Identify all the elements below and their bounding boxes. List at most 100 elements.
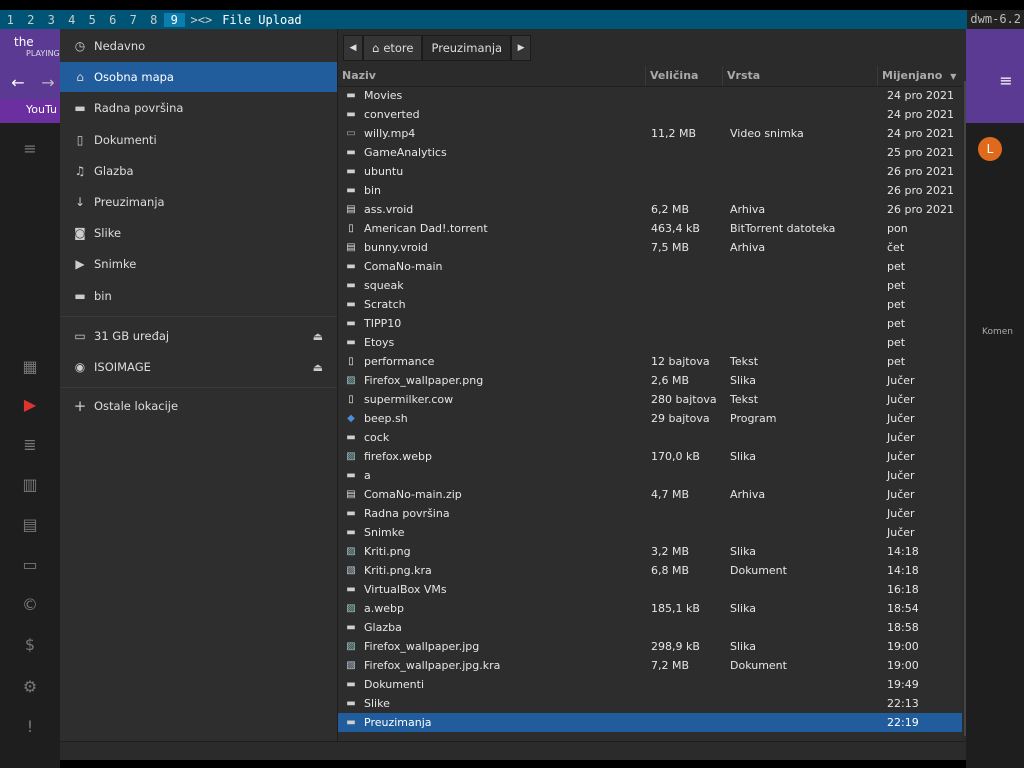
sidebar-item-nedavno[interactable]: ◷ Nedavno: [60, 31, 337, 61]
eject-icon[interactable]: ⏏: [313, 330, 323, 343]
file-row[interactable]: ▬ ubuntu 26 pro 2021: [338, 162, 962, 181]
feedback-icon[interactable]: !: [18, 717, 42, 736]
workspace-tag[interactable]: 9: [164, 12, 185, 27]
file-row[interactable]: ▬ cock Jučer: [338, 428, 962, 447]
file-row[interactable]: ▬ VirtualBox VMs 16:18: [338, 580, 962, 599]
sidebar-device-0[interactable]: ▭ 31 GB uređaj ⏏: [60, 321, 337, 351]
column-type-header[interactable]: Vrsta: [722, 66, 877, 86]
file-row[interactable]: ▭ willy.mp4 11,2 MB Video snimka 24 pro 2021: [338, 124, 962, 143]
file-row[interactable]: ▬ Movies 24 pro 2021: [338, 86, 962, 105]
workspace-tag[interactable]: 1: [0, 13, 21, 27]
path-back-button[interactable]: ◀: [343, 35, 363, 61]
file-row[interactable]: ▬ Dokumenti 19:49: [338, 675, 962, 694]
file-name: bin: [364, 184, 382, 197]
file-row[interactable]: ▨ Kriti.png 3,2 MB Slika 14:18: [338, 542, 962, 561]
file-row[interactable]: ▧ Kriti.png.kra 6,8 MB Dokument 14:18: [338, 561, 962, 580]
file-row[interactable]: ▬ Snimke Jučer: [338, 523, 962, 542]
file-type: Arhiva: [730, 241, 766, 254]
image-icon: ▨: [346, 603, 356, 614]
file-modified: Jučer: [887, 412, 915, 425]
file-row[interactable]: ▨ Firefox_wallpaper.png 2,6 MB Slika Jučer: [338, 371, 962, 390]
sidebar-device-1[interactable]: ◉ ISOIMAGE ⏏: [60, 352, 337, 382]
file-row[interactable]: ▬ Radna površina Jučer: [338, 504, 962, 523]
column-name-header[interactable]: Naziv: [338, 66, 648, 86]
file-row[interactable]: ▨ Firefox_wallpaper.jpg 298,9 kB Slika 19:00: [338, 637, 962, 656]
sidebar-other-locations[interactable]: + Ostale lokacije: [60, 391, 337, 421]
subtitles-icon[interactable]: ▭: [18, 555, 42, 574]
file-row[interactable]: ▬ ComaNo-main pet: [338, 257, 962, 276]
file-modified: 26 pro 2021: [887, 165, 954, 178]
comments-icon[interactable]: ▤: [18, 515, 42, 534]
back-arrow-icon[interactable]: ←: [6, 73, 30, 92]
sidebar-separator: [60, 387, 337, 388]
file-row[interactable]: ▬ converted 24 pro 2021: [338, 105, 962, 124]
hamburger-menu-icon[interactable]: ≡: [994, 71, 1018, 90]
scrollbar[interactable]: [964, 81, 966, 736]
file-row[interactable]: ▤ ass.vroid 6,2 MB Arhiva 26 pro 2021: [338, 200, 962, 219]
file-row[interactable]: ◆ beep.sh 29 bajtova Program Jučer: [338, 409, 962, 428]
file-row[interactable]: ▬ Glazba 18:58: [338, 618, 962, 637]
file-row[interactable]: ▤ ComaNo-main.zip 4,7 MB Arhiva Jučer: [338, 485, 962, 504]
workspace-tag[interactable]: 5: [82, 13, 103, 27]
file-row[interactable]: ▬ GameAnalytics 25 pro 2021: [338, 143, 962, 162]
sidebar-item-dokumenti[interactable]: ▯ Dokumenti: [60, 125, 337, 155]
file-row[interactable]: ▬ bin 26 pro 2021: [338, 181, 962, 200]
document-icon: ▯: [76, 132, 84, 147]
settings-gear-icon[interactable]: ⚙: [18, 677, 42, 696]
file-list[interactable]: Naziv Veličina Vrsta Mijenjano ▼ ▬ Movies…: [338, 66, 962, 741]
file-row[interactable]: ▬ a Jučer: [338, 466, 962, 485]
sidebar-item-osobna-mapa[interactable]: ⌂ Osobna mapa: [60, 62, 337, 93]
copyright-icon[interactable]: ©: [18, 595, 42, 614]
sidebar-device-label: 31 GB uređaj: [94, 329, 170, 343]
file-row[interactable]: ▯ supermilker.cow 280 bajtova Tekst Jučer: [338, 390, 962, 409]
file-modified: 22:19: [887, 716, 919, 729]
file-row[interactable]: ▯ performance 12 bajtova Tekst pet: [338, 352, 962, 371]
workspace-tag[interactable]: 4: [62, 13, 83, 27]
workspace-tag[interactable]: 3: [41, 13, 62, 27]
file-row[interactable]: ▬ Preuzimanja 22:19: [338, 713, 962, 732]
analytics-icon[interactable]: ▥: [18, 475, 42, 494]
file-row[interactable]: ▨ firefox.webp 170,0 kB Slika Jučer: [338, 447, 962, 466]
list-icon[interactable]: ≣: [18, 435, 42, 454]
file-row[interactable]: ▯ American Dad!.torrent 463,4 kB BitTorrent…: [338, 219, 962, 238]
path-crumb-current[interactable]: Preuzimanja: [422, 35, 512, 61]
sidebar-item-snimke[interactable]: ▶ Snimke: [60, 249, 337, 279]
file-row[interactable]: ▬ Slike 22:13: [338, 694, 962, 713]
download-icon: ↓: [74, 195, 86, 209]
video-icon[interactable]: ▶: [18, 395, 42, 414]
file-modified: 25 pro 2021: [887, 146, 954, 159]
workspace-tag[interactable]: 6: [103, 13, 124, 27]
file-row[interactable]: ▬ Etoys pet: [338, 333, 962, 352]
file-row[interactable]: ▤ bunny.vroid 7,5 MB Arhiva čet: [338, 238, 962, 257]
workspace-tag[interactable]: 2: [21, 13, 42, 27]
file-type: Slika: [730, 640, 757, 653]
file-row[interactable]: ▬ squeak pet: [338, 276, 962, 295]
sidebar-item-radna-površina[interactable]: ▬ Radna površina: [60, 93, 337, 123]
avatar[interactable]: L: [978, 137, 1002, 161]
file-row[interactable]: ▧ Firefox_wallpaper.jpg.kra 7,2 MB Dokument…: [338, 656, 962, 675]
archive-icon: ▤: [346, 242, 356, 253]
file-modified: Jučer: [887, 393, 915, 406]
disc-icon: ◉: [74, 360, 86, 374]
file-row[interactable]: ▨ a.webp 185,1 kB Slika 18:54: [338, 599, 962, 618]
archive-icon: ▤: [346, 204, 356, 215]
file-row[interactable]: ▬ Scratch pet: [338, 295, 962, 314]
column-modified-header[interactable]: Mijenjano ▼: [877, 66, 962, 86]
workspace-tag[interactable]: 8: [144, 13, 165, 27]
sidebar-item-bin[interactable]: ▬ bin: [60, 281, 337, 311]
path-crumb-home[interactable]: ⌂ etore: [363, 35, 423, 61]
dashboard-icon[interactable]: ▦: [18, 357, 42, 376]
column-size-header[interactable]: Veličina: [645, 66, 722, 86]
file-row[interactable]: ▬ TIPP10 pet: [338, 314, 962, 333]
path-forward-button[interactable]: ▶: [511, 35, 532, 61]
sidebar-item-preuzimanja[interactable]: ↓ Preuzimanja: [60, 187, 337, 217]
eject-icon[interactable]: ⏏: [313, 361, 323, 374]
file-name: American Dad!.torrent: [364, 222, 488, 235]
dollar-icon[interactable]: $: [18, 635, 42, 654]
folder-icon: ▬: [346, 698, 356, 709]
forward-arrow-icon[interactable]: →: [36, 73, 60, 92]
sidebar-item-slike[interactable]: ◙ Slike: [60, 218, 337, 248]
workspace-tag[interactable]: 7: [123, 13, 144, 27]
sidebar-item-glazba[interactable]: ♫ Glazba: [60, 156, 337, 186]
menu-icon[interactable]: ≡: [18, 139, 42, 158]
